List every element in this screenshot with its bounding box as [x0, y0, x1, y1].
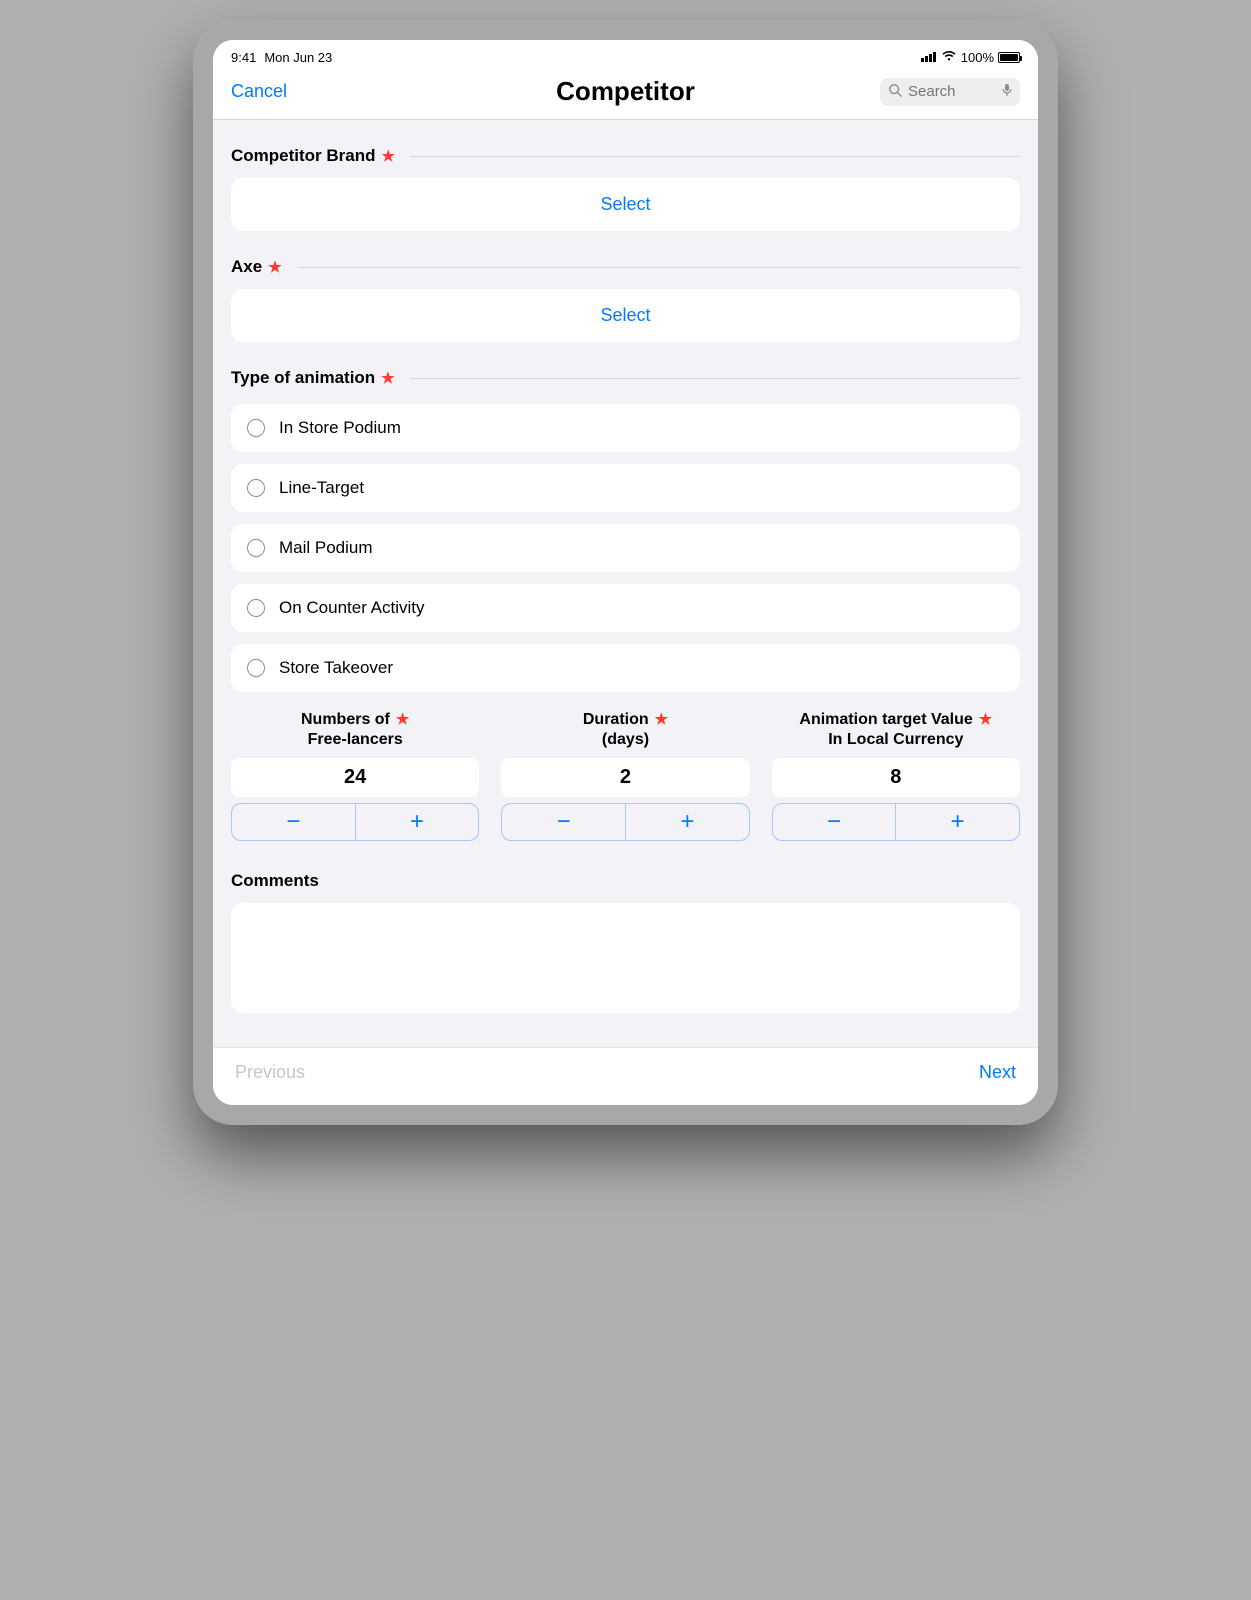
target-label-1: Animation target Value — [799, 710, 972, 730]
search-input[interactable] — [908, 83, 996, 100]
freelancers-increment[interactable]: + — [356, 804, 479, 840]
radio-label: Line-Target — [279, 478, 364, 498]
radio-mail-podium[interactable]: Mail Podium — [231, 524, 1020, 572]
comments-label: Comments — [231, 863, 1020, 897]
search-icon — [888, 83, 902, 101]
competitor-brand-select[interactable]: Select — [231, 178, 1020, 231]
freelancers-value[interactable]: 24 — [231, 758, 479, 797]
required-icon: ★ — [382, 147, 395, 165]
radio-line-target[interactable]: Line-Target — [231, 464, 1020, 512]
steppers-row: Numbers of ★ Free-lancers 24 − + Dura — [231, 710, 1020, 841]
cancel-button[interactable]: Cancel — [231, 81, 371, 102]
required-icon: ★ — [381, 369, 394, 387]
next-button[interactable]: Next — [979, 1062, 1016, 1083]
screen: 9:41 Mon Jun 23 100% Cancel Competitor — [213, 40, 1038, 1105]
device-frame: 9:41 Mon Jun 23 100% Cancel Competitor — [193, 20, 1058, 1125]
radio-store-takeover[interactable]: Store Takeover — [231, 644, 1020, 692]
target-value[interactable]: 8 — [772, 758, 1020, 797]
footer-nav: Previous Next — [213, 1047, 1038, 1105]
signal-icon — [921, 52, 937, 62]
target-decrement[interactable]: − — [773, 804, 897, 840]
duration-value[interactable]: 2 — [501, 758, 749, 797]
radio-icon — [247, 659, 265, 677]
radio-label: Mail Podium — [279, 538, 373, 558]
radio-label: In Store Podium — [279, 418, 401, 438]
animation-type-title: Type of animation — [231, 368, 375, 388]
comments-input[interactable] — [231, 903, 1020, 1013]
axe-label: Axe ★ — [231, 249, 1020, 283]
competitor-brand-label: Competitor Brand ★ — [231, 138, 1020, 172]
radio-icon — [247, 539, 265, 557]
wifi-icon — [941, 50, 957, 65]
status-time: 9:41 — [231, 50, 256, 65]
required-icon: ★ — [655, 711, 668, 730]
search-field[interactable] — [880, 78, 1020, 106]
duration-label-1: Duration — [583, 710, 649, 730]
nav-bar: Cancel Competitor — [213, 66, 1038, 120]
freelancers-label-1: Numbers of — [301, 710, 390, 730]
freelancers-stepper: Numbers of ★ Free-lancers 24 − + — [231, 710, 479, 841]
axe-title: Axe — [231, 257, 262, 277]
duration-decrement[interactable]: − — [502, 804, 626, 840]
duration-stepper: Duration ★ (days) 2 − + — [501, 710, 749, 841]
target-stepper: Animation target Value ★ In Local Curren… — [772, 710, 1020, 841]
required-icon: ★ — [396, 711, 409, 730]
radio-icon — [247, 599, 265, 617]
radio-in-store-podium[interactable]: In Store Podium — [231, 404, 1020, 452]
battery-icon — [998, 52, 1020, 63]
duration-label-2: (days) — [602, 730, 649, 750]
radio-icon — [247, 479, 265, 497]
status-date: Mon Jun 23 — [264, 50, 332, 65]
page-title: Competitor — [371, 76, 880, 107]
radio-on-counter-activity[interactable]: On Counter Activity — [231, 584, 1020, 632]
competitor-brand-title: Competitor Brand — [231, 146, 376, 166]
freelancers-label-2: Free-lancers — [308, 730, 403, 750]
radio-label: On Counter Activity — [279, 598, 425, 618]
previous-button: Previous — [235, 1062, 305, 1083]
battery-pct: 100% — [961, 50, 994, 65]
status-bar: 9:41 Mon Jun 23 100% — [213, 40, 1038, 66]
form-content[interactable]: Competitor Brand ★ Select Axe ★ Select T… — [213, 120, 1038, 1047]
freelancers-decrement[interactable]: − — [232, 804, 356, 840]
animation-type-list: In Store Podium Line-Target Mail Podium … — [231, 404, 1020, 692]
target-label-2: In Local Currency — [828, 730, 963, 750]
axe-select[interactable]: Select — [231, 289, 1020, 342]
mic-icon[interactable] — [1002, 83, 1012, 101]
required-icon: ★ — [979, 711, 992, 730]
duration-increment[interactable]: + — [626, 804, 749, 840]
radio-label: Store Takeover — [279, 658, 393, 678]
target-increment[interactable]: + — [896, 804, 1019, 840]
required-icon: ★ — [268, 258, 281, 276]
animation-type-label: Type of animation ★ — [231, 360, 1020, 394]
comments-title: Comments — [231, 871, 319, 891]
radio-icon — [247, 419, 265, 437]
